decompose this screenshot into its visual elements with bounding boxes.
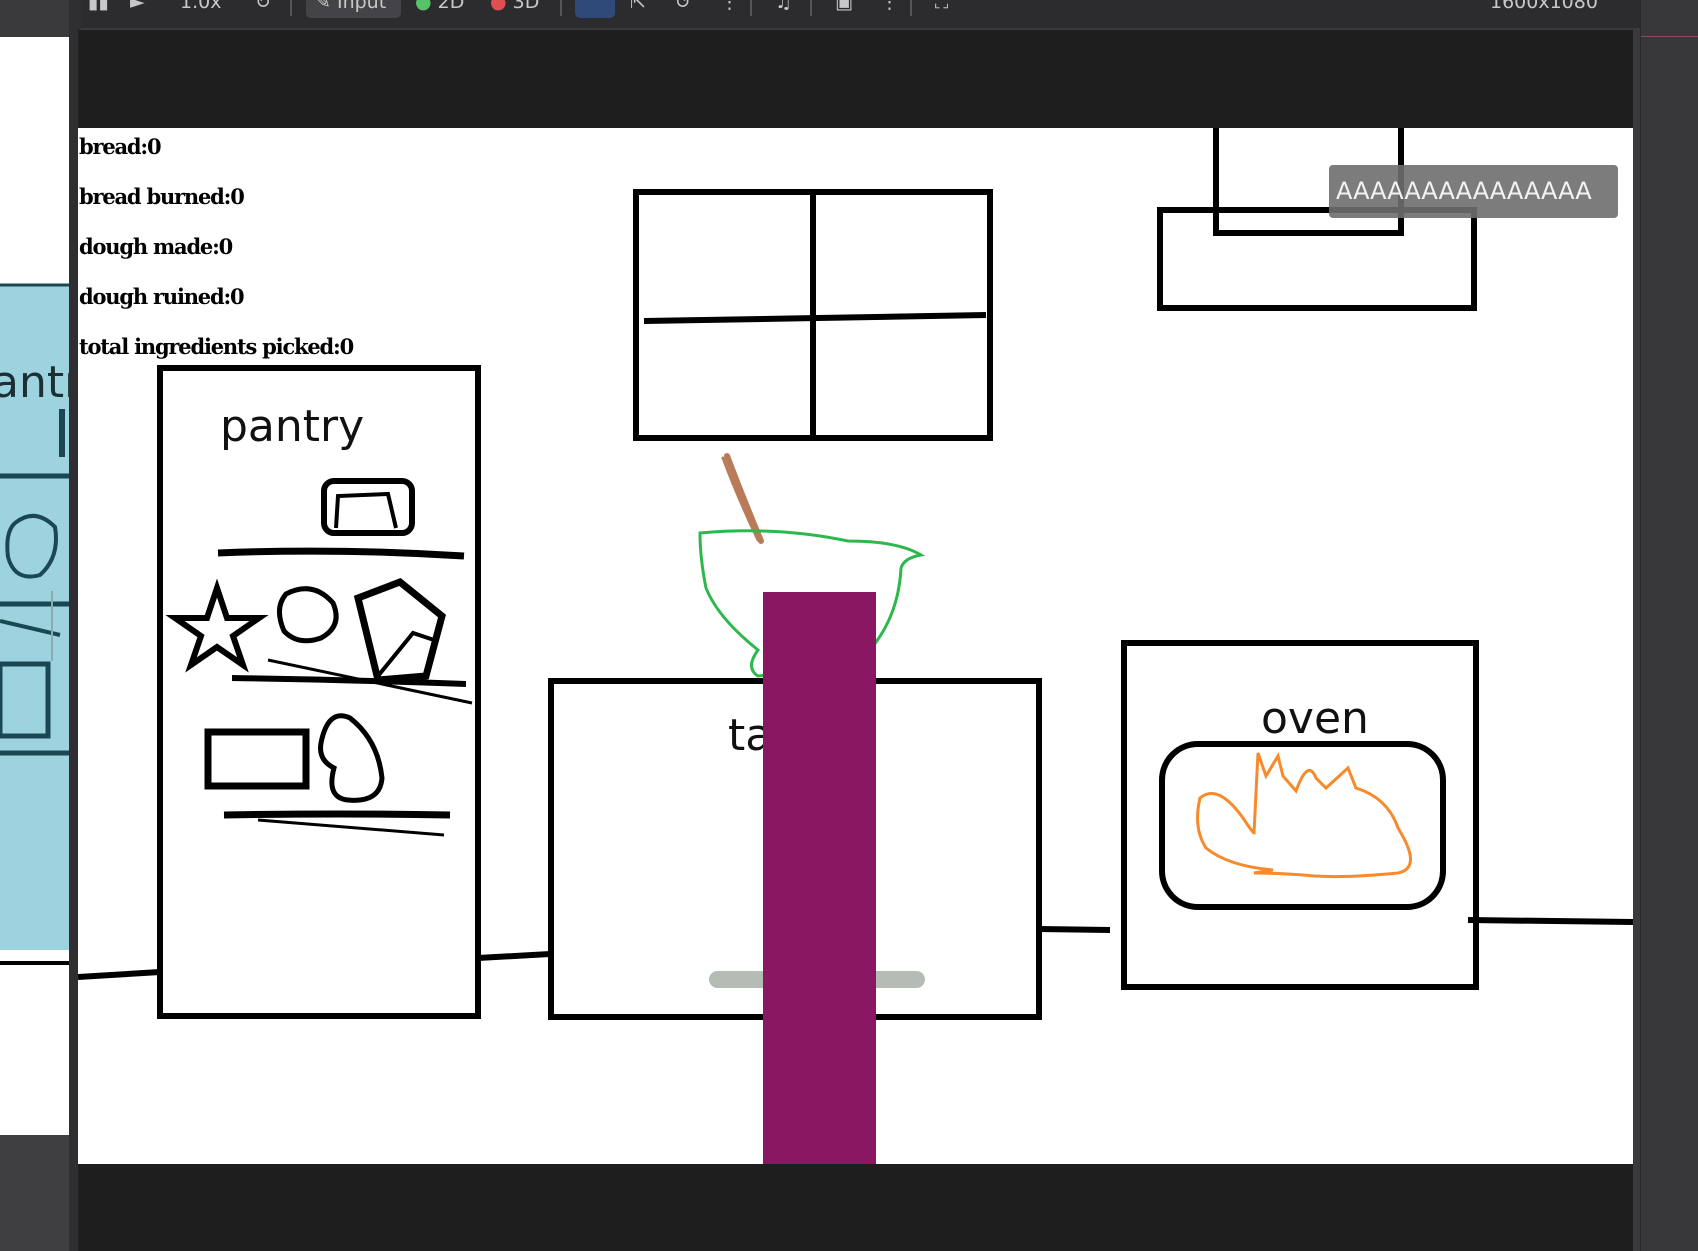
fullscreen-icon[interactable]: ⛶ <box>935 0 948 14</box>
toolbar-separator <box>810 0 812 16</box>
stats-panel: bread:0 bread burned:0 dough made:0 doug… <box>79 132 354 382</box>
pantry-label: pantry <box>220 401 365 452</box>
stat-total-ingredients: total ingredients picked:0 <box>79 334 354 359</box>
speech-bubble: AAAAAAAAAAAAAAA <box>1329 165 1618 218</box>
stat-bread-burned: bread burned:0 <box>79 184 245 209</box>
step-icon[interactable]: ► <box>130 0 145 14</box>
window <box>633 189 993 441</box>
floor-line-mid-right <box>1038 926 1111 933</box>
player-character[interactable] <box>763 592 876 1164</box>
oven-fire <box>1196 752 1412 879</box>
pause-icon[interactable]: ▮▮ <box>88 0 109 14</box>
editor-toolbar: ▮▮ ► 1.0x ↻ ✎ Input ● 2D ● 3D ⇱ ↺ ⋮ ♫ ▣ … <box>70 0 1640 28</box>
game-viewport[interactable]: bread:0 bread burned:0 dough made:0 doug… <box>78 128 1633 1164</box>
refresh-icon[interactable]: ↺ <box>675 0 691 14</box>
camera-icon[interactable]: ⇱ <box>630 0 646 14</box>
wall-shelf <box>1157 128 1477 311</box>
pantry-cabinet <box>157 365 481 1019</box>
3d-dot-icon: ● <box>490 0 507 13</box>
mode-3d-button[interactable]: ● 3D <box>490 0 539 14</box>
floor-line-right <box>1467 917 1633 925</box>
floor-line-mid-left <box>477 951 551 961</box>
stat-dough-made: dough made:0 <box>79 234 233 259</box>
input-label[interactable]: ✎ Input <box>315 0 386 14</box>
pantry-ingredients <box>165 478 446 803</box>
spoon <box>724 453 764 544</box>
background-window-footer <box>0 1135 69 1251</box>
2d-dot-icon: ● <box>415 0 432 13</box>
floor-line-left <box>78 969 161 980</box>
viewport-letterbox-top <box>78 30 1633 128</box>
resolution-label: 1600x1080 <box>1490 0 1598 13</box>
toolbar-separator <box>290 0 292 16</box>
toolbar-separator <box>910 0 912 16</box>
audio-icon[interactable]: ♫ <box>775 0 792 14</box>
oven-label: oven <box>1261 693 1369 744</box>
viewport-letterbox-bottom <box>78 1164 1633 1251</box>
speed-dropdown[interactable]: 1.0x <box>180 0 221 14</box>
toolbar-separator <box>750 0 752 16</box>
toolbar-separator <box>560 0 562 16</box>
background-window: antr <box>0 37 82 1135</box>
stat-dough-ruined: dough ruined:0 <box>79 284 245 309</box>
star-ingredient <box>165 578 269 673</box>
more-icon[interactable]: ⋮ <box>720 0 739 14</box>
loop-icon[interactable]: ↻ <box>255 0 271 14</box>
background-scene-preview <box>0 283 69 965</box>
input-icon: ✎ <box>315 0 331 13</box>
stat-bread: bread:0 <box>79 134 162 159</box>
editor-window: ▮▮ ► 1.0x ↻ ✎ Input ● 2D ● 3D ⇱ ↺ ⋮ ♫ ▣ … <box>0 0 1698 1251</box>
select-tool-button[interactable] <box>575 0 615 18</box>
options-icon[interactable]: ⋮ <box>880 0 899 14</box>
right-dock-strip <box>1640 0 1698 1251</box>
screenshot-icon[interactable]: ▣ <box>835 0 853 14</box>
mode-2d-button[interactable]: ● 2D <box>415 0 464 14</box>
